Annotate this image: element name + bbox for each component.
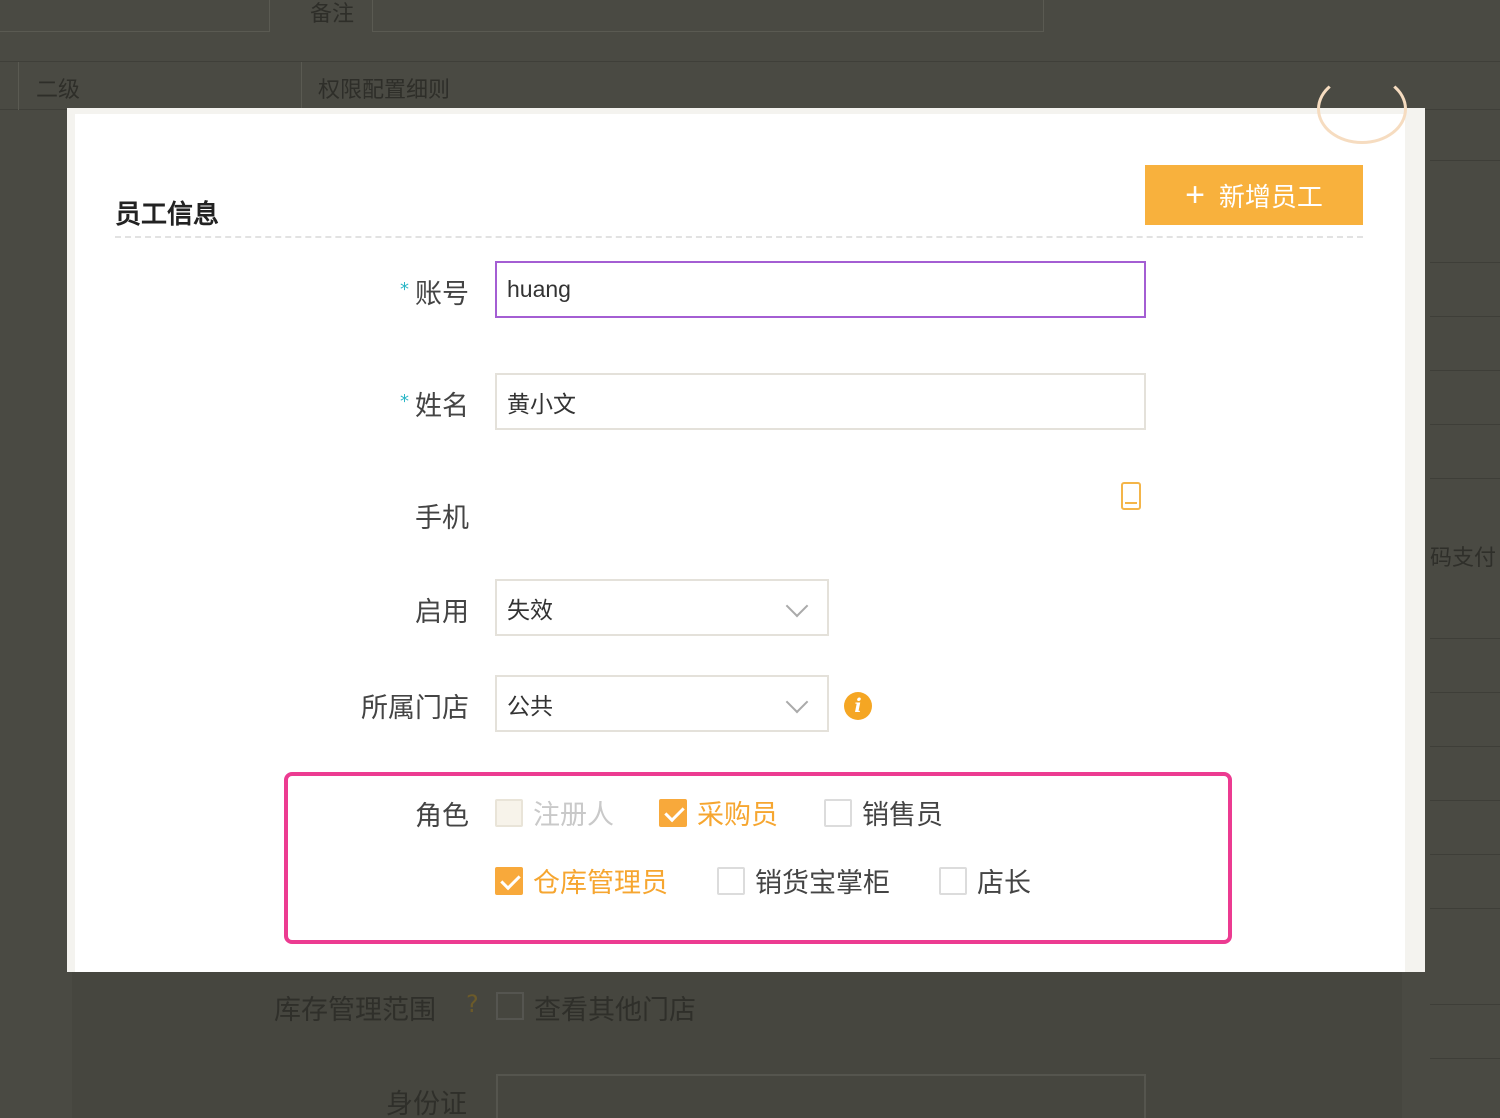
store-select[interactable]: 公共 [495, 675, 829, 732]
phone-label: 手机 [415, 503, 469, 534]
phone-input[interactable] [495, 485, 1146, 542]
enabled-label: 启用 [415, 597, 469, 628]
role-checkbox-store-manager[interactable]: 店长 [939, 861, 1031, 900]
checkbox-box [495, 798, 523, 827]
store-selected-value: 公共 [507, 693, 553, 720]
add-employee-button[interactable]: + 新增员工 [1145, 165, 1363, 225]
role-label: 采购员 [697, 800, 778, 831]
background-help-icon: ? [466, 990, 479, 1018]
role-checkbox-purchaser[interactable]: 采购员 [659, 793, 778, 832]
background-view-other-stores: 查看其他门店 [534, 995, 696, 1026]
store-label: 所属门店 [361, 693, 469, 724]
role-label: 注册人 [533, 800, 614, 831]
name-label: * 姓名 [109, 384, 469, 423]
role-checkbox-salesperson[interactable]: 销售员 [824, 793, 943, 832]
enabled-select[interactable]: 失效 [495, 579, 829, 636]
background-inventory-scope-label: 库存管理范围 [274, 995, 436, 1026]
account-input[interactable]: huang [495, 261, 1146, 318]
checkbox-box [939, 866, 967, 895]
enabled-selected-value: 失效 [507, 597, 553, 624]
add-employee-label: 新增员工 [1218, 181, 1323, 212]
account-label-text: 账号 [415, 279, 469, 310]
background-col-permission: 权限配置细则 [318, 78, 451, 103]
section-title: 员工信息 [115, 200, 220, 230]
chevron-down-icon [785, 690, 809, 714]
background-id-card-input [496, 1074, 1146, 1118]
checkbox-checked-icon [495, 866, 523, 895]
role-label: 销售员 [862, 800, 943, 831]
role-label: 仓库管理员 [533, 868, 668, 899]
background-checkbox [496, 992, 524, 1020]
modal-content: 员工信息 + 新增员工 * 账号 huang * 姓名 黄小文 手机 启用 失效 所… [75, 74, 1407, 972]
employee-modal: 员工信息 + 新增员工 * 账号 huang * 姓名 黄小文 手机 启用 失效 所… [67, 74, 1425, 972]
role-checkbox-registrant[interactable]: 注册人 [495, 793, 614, 832]
role-label: 店长 [977, 868, 1031, 899]
background-col-level: 二级 [36, 78, 81, 103]
required-mark: * [400, 279, 409, 300]
role-checkbox-shopkeeper[interactable]: 销货宝掌柜 [717, 861, 890, 900]
required-mark: * [400, 391, 409, 412]
checkbox-checked-icon [659, 798, 687, 827]
chevron-down-icon [785, 594, 809, 618]
mobile-phone-icon [1121, 482, 1141, 510]
background-right-text: 码支付 [1430, 546, 1497, 571]
title-divider [115, 236, 1363, 238]
background-remark-input [372, 0, 1044, 32]
help-badge[interactable] [1317, 74, 1407, 144]
background-id-card-label: 身份证 [386, 1089, 467, 1118]
background-remark-label: 备注 [310, 2, 355, 27]
role-label: 销货宝掌柜 [755, 868, 890, 899]
name-input[interactable]: 黄小文 [495, 373, 1146, 430]
name-label-text: 姓名 [415, 391, 469, 422]
checkbox-box [717, 866, 745, 895]
info-icon[interactable]: i [844, 692, 872, 720]
account-label: * 账号 [109, 272, 469, 311]
plus-icon: + [1185, 176, 1205, 214]
background-cell [0, 0, 270, 32]
roles-label: 角色 [415, 801, 469, 832]
checkbox-box [824, 798, 852, 827]
role-checkbox-warehouse-manager[interactable]: 仓库管理员 [495, 861, 668, 900]
